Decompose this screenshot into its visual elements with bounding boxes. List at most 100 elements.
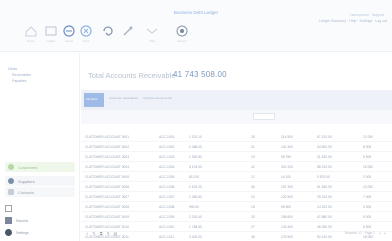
sidebar-btn-customers[interactable]: Customers <box>5 162 75 172</box>
bottom-toolbar: + ✎ ⧉ ⚲ ▤ <box>86 231 117 236</box>
table-cell: 1 201.10 <box>189 135 202 139</box>
table-row[interactable]: CUSTOMER ACCOUNT 0005 ACC-1005 812.00 12 44 … <box>81 172 392 182</box>
table-cell: 31 <box>251 145 255 149</box>
mail-icon[interactable]: Mail <box>145 24 159 43</box>
table-cell: 1 450.80 <box>189 195 202 199</box>
page-title: Total Accounts Receivable <box>88 71 176 80</box>
table-cell: 9 870.00 <box>317 175 330 179</box>
table-row[interactable]: CUSTOMER ACCOUNT 0003 ACC-1003 1 930.50 19 9… <box>81 152 392 162</box>
contacts-icon <box>8 189 14 195</box>
table-cell: 133 400 <box>281 225 293 229</box>
table-cell: 9 000 <box>363 215 372 219</box>
table-cell: CUSTOMER ACCOUNT 0001 <box>85 135 130 139</box>
table-cell: 15 000 <box>363 165 374 169</box>
filter-row <box>81 110 392 124</box>
sidebar-reports[interactable]: Reports <box>5 217 28 224</box>
document-icon <box>5 205 12 212</box>
status-bar: Records: 11 · Page 1 ◂ ▸ <box>345 231 386 235</box>
table-cell: 98 750 <box>281 155 292 159</box>
home-icon[interactable]: Home <box>24 24 38 43</box>
window-title: Business Debt Ledger <box>173 10 219 15</box>
refresh-icon[interactable]: Sync <box>101 24 115 38</box>
nav-prev-icon[interactable]: ◂ <box>379 231 381 235</box>
table-cell: CUSTOMER ACCOUNT 0002 <box>85 145 130 149</box>
table-cell: 301 200 <box>281 165 293 169</box>
contacts-label: Contacts <box>18 189 34 195</box>
record-icon[interactable]: Record <box>175 24 189 43</box>
copy-icon[interactable]: ⧉ <box>100 231 103 236</box>
sidebar-btn-contacts[interactable]: Contacts <box>5 187 75 197</box>
table-cell: CUSTOMER ACCOUNT 0004 <box>85 165 130 169</box>
table-row[interactable]: CUSTOMER ACCOUNT 0001 ACC-1001 1 201.10 28 2… <box>81 132 392 142</box>
table-cell: 6 500 <box>363 225 372 229</box>
settings-label: Settings <box>16 230 29 235</box>
table-cell: 2 675.20 <box>189 185 202 189</box>
sidebar-item-debts[interactable]: Debts <box>8 67 17 71</box>
table-cell: ACC-1004 <box>159 165 175 169</box>
sidebar-doc[interactable] <box>5 205 12 212</box>
table-cell: 276 900 <box>281 235 293 239</box>
table-cell: 1 788.60 <box>189 225 202 229</box>
sidebar-settings[interactable]: Settings <box>5 229 29 236</box>
table-cell: CUSTOMER ACCOUNT 0007 <box>85 195 130 199</box>
table-row[interactable]: CUSTOMER ACCOUNT 0009 ACC-1009 2 210.40 33 1… <box>81 212 392 222</box>
sidebar-item-receivables[interactable]: Receivables <box>12 73 31 77</box>
filter-icon[interactable]: ⚲ <box>107 231 110 236</box>
edit-row-icon[interactable]: ✎ <box>92 231 95 236</box>
titlebar-info[interactable]: Last synced · Support <box>350 13 384 17</box>
sync-icon[interactable]: Sync <box>79 24 93 43</box>
table-cell: ACC-1005 <box>159 175 175 179</box>
table-row[interactable]: CUSTOMER ACCOUNT 0002 ACC-1002 2 488.00 31 1… <box>81 142 392 152</box>
sidebar-btn-suppliers[interactable]: Suppliers <box>5 176 75 186</box>
table-cell: 61 540.00 <box>317 185 332 189</box>
table-cell: 27 <box>251 225 255 229</box>
table-cell: 8 000 <box>363 145 372 149</box>
table-cell: ACC-1002 <box>159 145 175 149</box>
table-cell: 36 050.00 <box>317 225 332 229</box>
ledger-icon[interactable]: Ledger <box>44 24 58 43</box>
table-cell: CUSTOMER ACCOUNT 0006 <box>85 185 130 189</box>
table-cell: 187 300 <box>281 185 293 189</box>
table-row[interactable]: CUSTOMER ACCOUNT 0006 ACC-1006 2 675.20 36 1… <box>81 182 392 192</box>
table-cell: 24 <box>251 195 255 199</box>
edit-icon[interactable] <box>121 24 135 38</box>
nav-next-icon[interactable]: ▸ <box>384 231 386 235</box>
suppliers-label: Suppliers <box>18 178 35 184</box>
table-cell: 88 210.00 <box>317 165 332 169</box>
table-cell: 65 800 <box>281 205 292 209</box>
table-cell: 57 120.00 <box>317 135 332 139</box>
print-icon[interactable]: ▤ <box>114 231 118 236</box>
table-cell: 48 <box>251 235 255 239</box>
filter-input[interactable] <box>253 113 275 120</box>
table-cell: 2 488.00 <box>189 145 202 149</box>
tab-customer-receivables[interactable]: Customer receivables <box>109 93 139 107</box>
add-icon[interactable]: + <box>86 231 88 236</box>
titlebar-menu[interactable]: Ledger Summary · Help · Settings · Log o… <box>319 19 387 23</box>
settings-icon <box>5 229 12 236</box>
import-icon[interactable]: Import <box>62 24 76 43</box>
table-cell: ACC-1007 <box>159 195 175 199</box>
sidebar-item-payables[interactable]: Payables <box>12 79 26 83</box>
table-row[interactable]: CUSTOMER ACCOUNT 0008 ACC-1008 990.00 15 65 … <box>81 202 392 212</box>
table-cell: 3 000 <box>363 205 372 209</box>
table-cell: 12 000 <box>363 135 374 139</box>
table-cell: 10 000 <box>363 185 374 189</box>
customers-label: Customers <box>18 164 38 170</box>
table-cell: 990.00 <box>189 205 200 209</box>
table-cell: 3 402.00 <box>189 235 202 239</box>
table-cell: 44 100 <box>281 175 292 179</box>
table-cell: ACC-1006 <box>159 185 175 189</box>
table-cell: ACC-1003 <box>159 155 175 159</box>
table-row[interactable]: CUSTOMER ACCOUNT 0004 ACC-1004 3 104.90 42 3… <box>81 162 392 172</box>
table-cell: 812.00 <box>189 175 200 179</box>
table-cell: 47 880.00 <box>317 215 332 219</box>
table-cell: 33 <box>251 215 255 219</box>
table-cell: ACC-1009 <box>159 215 175 219</box>
table-row[interactable]: CUSTOMER ACCOUNT 0007 ACC-1007 1 450.80 24 1… <box>81 192 392 202</box>
table-cell: 158 600 <box>281 215 293 219</box>
table-cell: CUSTOMER ACCOUNT 0003 <box>85 155 130 159</box>
tab-overdue[interactable]: Overdue accounts list <box>143 93 263 107</box>
tab-all-debts[interactable]: All debts <box>84 93 104 107</box>
sidebar: Debts Receivables Payables Customers Sup… <box>0 53 80 241</box>
table-cell: 1 930.50 <box>189 155 202 159</box>
